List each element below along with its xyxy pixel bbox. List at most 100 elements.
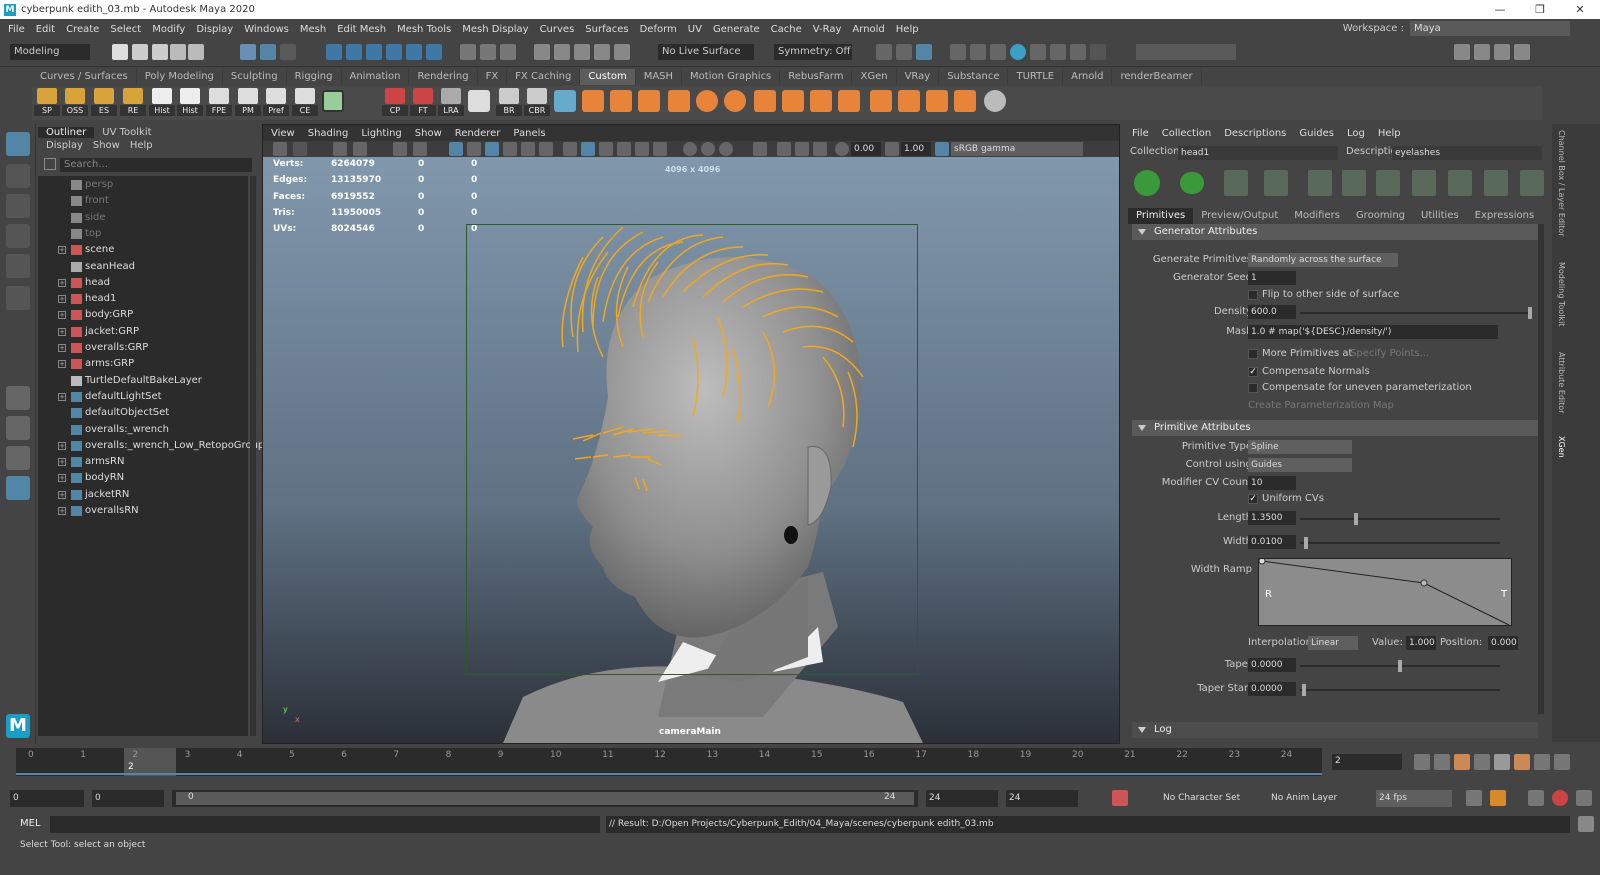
grid-cubes-icon[interactable] bbox=[638, 90, 660, 112]
checker-icon[interactable] bbox=[322, 90, 344, 112]
rebuild-guide-icon[interactable] bbox=[1520, 170, 1544, 196]
menu-edit[interactable]: Edit bbox=[36, 24, 55, 35]
outliner-item[interactable]: + jacketRN bbox=[38, 487, 248, 503]
menu-surfaces[interactable]: Surfaces bbox=[585, 24, 628, 35]
bend-guide-icon[interactable] bbox=[1448, 170, 1472, 196]
generator-attributes-header[interactable]: Generator Attributes bbox=[1132, 224, 1538, 240]
outliner-item[interactable]: overalls:_wrench bbox=[38, 422, 248, 438]
ramp-position-field[interactable]: 0.000 bbox=[1488, 636, 1518, 650]
menu-deform[interactable]: Deform bbox=[640, 24, 677, 35]
select-object-icon[interactable] bbox=[260, 44, 276, 60]
shelf-button-re[interactable]: RE bbox=[120, 87, 146, 119]
current-frame-field[interactable]: 2 bbox=[1332, 754, 1402, 770]
outliner-item[interactable]: TurtleDefaultBakeLayer bbox=[38, 373, 248, 389]
redo-icon[interactable] bbox=[188, 44, 204, 60]
fps-dropdown[interactable]: 24 fps bbox=[1376, 790, 1452, 807]
character-set-dropdown[interactable]: No Character Set bbox=[1160, 790, 1254, 807]
bend-icon[interactable] bbox=[870, 90, 892, 112]
menu-cache[interactable]: Cache bbox=[771, 24, 802, 35]
close-button[interactable]: ✕ bbox=[1560, 0, 1600, 19]
play-forward-icon[interactable] bbox=[1494, 754, 1510, 770]
comb-guide-icon[interactable] bbox=[1484, 170, 1508, 196]
outliner-menu-help[interactable]: Help bbox=[130, 140, 153, 154]
field-chart-icon[interactable] bbox=[521, 142, 535, 156]
range-slider-handle[interactable] bbox=[176, 792, 914, 805]
compensate-uneven-checkbox[interactable] bbox=[1248, 383, 1258, 393]
sculpt-guide-icon[interactable] bbox=[1412, 170, 1436, 196]
tab-outliner[interactable]: Outliner bbox=[38, 126, 95, 138]
render-frame-icon[interactable] bbox=[896, 44, 912, 60]
outliner-item[interactable]: + jacket:GRP bbox=[38, 324, 248, 340]
backface-culling-icon[interactable] bbox=[813, 142, 827, 156]
paint-select-icon[interactable] bbox=[6, 194, 30, 218]
menu-vray[interactable]: V-Ray bbox=[813, 24, 842, 35]
lattice-icon[interactable] bbox=[810, 90, 832, 112]
single-view-icon[interactable] bbox=[6, 386, 30, 410]
expand-icon[interactable]: + bbox=[58, 474, 66, 483]
expand-icon[interactable]: + bbox=[58, 246, 66, 255]
input-ops-icon[interactable] bbox=[460, 44, 476, 60]
xgen-menu-guides[interactable]: Guides bbox=[1299, 128, 1334, 139]
outliner-item[interactable]: seanHead bbox=[38, 259, 248, 275]
expand-icon[interactable]: + bbox=[58, 458, 66, 467]
shape-icon[interactable] bbox=[610, 90, 632, 112]
outliner-item[interactable]: side bbox=[38, 210, 248, 226]
tab-preview-output[interactable]: Preview/Output bbox=[1193, 208, 1286, 224]
anim-prefs-icon[interactable] bbox=[1552, 790, 1568, 806]
specify-points-button[interactable]: Specify Points... bbox=[1350, 348, 1429, 359]
length-field[interactable]: 1.3500 bbox=[1248, 511, 1296, 525]
image-plane-icon[interactable] bbox=[353, 142, 367, 156]
menu-modify[interactable]: Modify bbox=[152, 24, 185, 35]
shelf-button-lra[interactable]: LRA bbox=[438, 87, 464, 119]
xgen-menu-descriptions[interactable]: Descriptions bbox=[1224, 128, 1286, 139]
snap-surface-icon[interactable] bbox=[406, 44, 422, 60]
outliner-item[interactable]: top bbox=[38, 226, 248, 242]
vp-menu-show[interactable]: Show bbox=[415, 128, 442, 139]
textured-icon[interactable] bbox=[617, 142, 631, 156]
vp-menu-view[interactable]: View bbox=[271, 128, 295, 139]
shelf-tab-rigging[interactable]: Rigging bbox=[287, 69, 342, 85]
auto-key-icon[interactable] bbox=[1112, 790, 1128, 806]
shelf-tab-mash[interactable]: MASH bbox=[636, 69, 683, 85]
outliner-item[interactable]: defaultObjectSet bbox=[38, 405, 248, 421]
select-component-icon[interactable] bbox=[280, 44, 296, 60]
outliner-item[interactable]: persp bbox=[38, 177, 248, 193]
density-slider[interactable] bbox=[1300, 307, 1532, 319]
control-using-dropdown[interactable]: Guides bbox=[1248, 458, 1352, 472]
channel-box-icon[interactable] bbox=[1514, 44, 1530, 60]
collection-dropdown[interactable]: head1 bbox=[1178, 146, 1338, 160]
outliner-item[interactable]: + scene bbox=[38, 242, 248, 258]
outliner-item[interactable]: + overalls:GRP bbox=[38, 340, 248, 356]
menu-mesh-display[interactable]: Mesh Display bbox=[462, 24, 528, 35]
grid-toggle-icon[interactable] bbox=[449, 142, 463, 156]
density-field[interactable]: 600.0 bbox=[1248, 305, 1296, 319]
vp-menu-lighting[interactable]: Lighting bbox=[361, 128, 401, 139]
menu-windows[interactable]: Windows bbox=[244, 24, 289, 35]
eye-icon[interactable] bbox=[468, 90, 490, 112]
step-back-key-icon[interactable] bbox=[1434, 754, 1450, 770]
animation-start-field[interactable]: 0 bbox=[10, 790, 84, 807]
lock-guide-icon[interactable] bbox=[1376, 170, 1400, 196]
menu-file[interactable]: File bbox=[8, 24, 25, 35]
four-view-icon[interactable] bbox=[6, 416, 30, 440]
render-settings-icon[interactable] bbox=[950, 44, 966, 60]
snap-grid-icon[interactable] bbox=[326, 44, 342, 60]
deformer-icon[interactable] bbox=[898, 90, 920, 112]
shelf-button-cp[interactable]: CP bbox=[382, 87, 408, 119]
description-dropdown[interactable]: eyelashes bbox=[1392, 146, 1542, 160]
shelf-tab-arnold[interactable]: Arnold bbox=[1063, 69, 1113, 85]
snap-view-icon[interactable] bbox=[386, 44, 402, 60]
primitive-visibility-icon[interactable] bbox=[1180, 172, 1204, 194]
cone-icon[interactable] bbox=[838, 90, 860, 112]
live-surface-field[interactable]: No Live Surface bbox=[658, 44, 754, 60]
outliner-item[interactable]: + head1 bbox=[38, 291, 248, 307]
shelf-tab-vray[interactable]: VRay bbox=[897, 69, 940, 85]
gamma-icon[interactable] bbox=[885, 142, 899, 156]
shelf-button-oss[interactable]: OSS bbox=[62, 87, 88, 119]
anti-aliasing-icon[interactable] bbox=[719, 142, 733, 156]
sphere-2-icon[interactable] bbox=[724, 90, 746, 112]
generator-seed-field[interactable]: 1 bbox=[1248, 271, 1296, 285]
outliner-scrollbar[interactable] bbox=[250, 176, 256, 736]
vp-menu-shading[interactable]: Shading bbox=[308, 128, 349, 139]
gate-mask-icon[interactable] bbox=[503, 142, 517, 156]
